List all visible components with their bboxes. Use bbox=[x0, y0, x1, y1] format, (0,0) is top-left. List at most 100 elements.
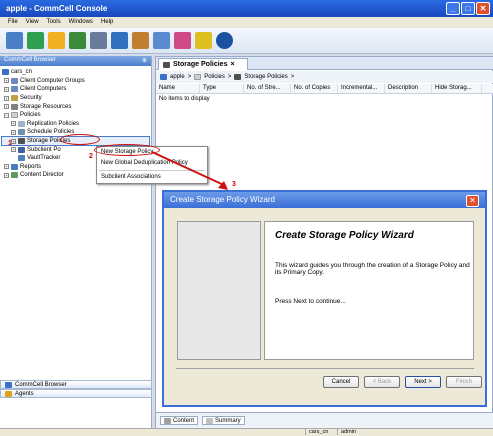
maximize-icon[interactable]: □ bbox=[461, 2, 475, 15]
tree-item[interactable]: + Storage Resources bbox=[2, 102, 149, 111]
breadcrumb-item[interactable]: apple bbox=[170, 74, 185, 80]
tree-item[interactable]: + Security bbox=[2, 94, 149, 103]
toolbar-icon-3[interactable] bbox=[48, 32, 65, 49]
highlight-ellipse-storage-policies bbox=[60, 134, 100, 145]
plus-icon[interactable]: + bbox=[4, 78, 9, 84]
breadcrumb-item[interactable]: Policies bbox=[204, 74, 225, 80]
vault-icon bbox=[18, 155, 25, 162]
replication-icon bbox=[18, 120, 25, 127]
plus-icon[interactable]: + bbox=[4, 164, 9, 170]
column-header[interactable]: Incremental... bbox=[338, 84, 385, 93]
toolbar-icon-2[interactable] bbox=[27, 32, 44, 49]
tree-item[interactable]: + Client Computers bbox=[2, 85, 149, 94]
tab-label: Storage Policies bbox=[173, 61, 228, 68]
tree-item-label: Policies bbox=[20, 112, 41, 119]
reports-icon bbox=[11, 163, 18, 170]
close-icon[interactable]: ✕ bbox=[476, 2, 490, 15]
panel-title: CommCell Browser bbox=[4, 57, 56, 63]
plus-icon[interactable]: + bbox=[11, 147, 16, 153]
storage-policy-icon bbox=[163, 61, 170, 68]
menu-file[interactable]: File bbox=[8, 19, 18, 26]
lower-item-label: CommCell Browser bbox=[15, 381, 67, 388]
cancel-button[interactable]: Cancel bbox=[323, 376, 359, 388]
toolbar-icon-9[interactable] bbox=[174, 32, 191, 49]
column-header[interactable]: Hide Storag... bbox=[432, 84, 482, 93]
commcell-browser-tab[interactable]: CommCell Browser bbox=[0, 380, 152, 389]
tree-item[interactable]: + Replication Policies bbox=[2, 120, 149, 129]
tree-item-label: Replication Policies bbox=[27, 120, 80, 127]
plus-icon[interactable]: + bbox=[11, 129, 16, 135]
tree-item[interactable]: cars_cn bbox=[2, 68, 149, 77]
content-icon bbox=[164, 417, 171, 424]
chevron-right-icon: > bbox=[227, 74, 232, 80]
menu-windows[interactable]: Windows bbox=[69, 19, 93, 26]
tree-item-label: cars_cn bbox=[11, 69, 33, 76]
column-header[interactable]: Name bbox=[156, 84, 200, 93]
create-storage-policy-wizard: Create Storage Policy Wizard ✕ Create St… bbox=[162, 190, 487, 407]
toolbar-icon-1[interactable] bbox=[6, 32, 23, 49]
column-header[interactable]: Description bbox=[385, 84, 432, 93]
breadcrumb-item[interactable]: Storage Policies bbox=[244, 74, 287, 80]
tree-item-label: Content Director bbox=[20, 172, 64, 179]
tab-label: Summary bbox=[215, 417, 241, 424]
schedule-icon bbox=[18, 129, 25, 136]
minus-icon[interactable]: − bbox=[4, 112, 9, 118]
toolbar-icon-7[interactable] bbox=[132, 32, 149, 49]
dialog-title: Create Storage Policy Wizard bbox=[170, 195, 275, 204]
help-icon[interactable] bbox=[216, 32, 233, 49]
menu-help[interactable]: Help bbox=[101, 19, 113, 26]
column-header[interactable]: No. of Stre... bbox=[244, 84, 291, 93]
subclient-icon bbox=[18, 146, 25, 153]
empty-message: No items to display bbox=[159, 96, 210, 102]
tree-item-label: Reports bbox=[20, 163, 42, 170]
summary-icon bbox=[206, 417, 214, 424]
callout-1: 1 bbox=[8, 140, 12, 147]
storage-policy-icon bbox=[18, 138, 25, 145]
plus-icon[interactable]: + bbox=[4, 104, 9, 110]
toolbar-icon-5[interactable] bbox=[90, 32, 107, 49]
security-icon bbox=[11, 95, 18, 102]
tree-item-label: Client Computer Groups bbox=[20, 77, 85, 84]
minimize-icon[interactable]: _ bbox=[446, 2, 460, 15]
tab-content[interactable]: Content bbox=[160, 416, 199, 425]
plus-icon[interactable]: + bbox=[4, 172, 9, 178]
toolbar-icon-6[interactable] bbox=[111, 32, 128, 49]
tab-label: Content bbox=[173, 417, 195, 424]
commcell-icon bbox=[5, 381, 12, 388]
finish-button[interactable]: Finish bbox=[446, 376, 482, 388]
column-header[interactable]: No. of Copies bbox=[291, 84, 338, 93]
next-button[interactable]: Next > bbox=[405, 376, 441, 388]
chevron-right-icon: > bbox=[290, 74, 295, 80]
group-icon bbox=[11, 77, 18, 84]
window-title: apple - CommCell Console bbox=[6, 4, 108, 13]
toolbar-icon-4[interactable] bbox=[69, 32, 86, 49]
column-header[interactable]: Type bbox=[200, 84, 244, 93]
plus-icon[interactable]: + bbox=[4, 95, 9, 101]
wizard-heading: Create Storage Policy Wizard bbox=[275, 230, 414, 241]
status-context: cars_cn bbox=[305, 429, 331, 435]
menu-view[interactable]: View bbox=[26, 19, 39, 26]
plus-icon[interactable]: + bbox=[4, 86, 9, 92]
breadcrumb: apple > Policies > Storage Policies > bbox=[156, 71, 493, 83]
back-button[interactable]: < Back bbox=[364, 376, 400, 388]
agents-tab[interactable]: Agents bbox=[0, 389, 152, 398]
plus-icon[interactable]: + bbox=[11, 121, 16, 127]
menu-tools[interactable]: Tools bbox=[47, 19, 61, 26]
toolbar-icon-8[interactable] bbox=[153, 32, 170, 49]
tree-item[interactable]: − Policies bbox=[2, 111, 149, 120]
storage-icon bbox=[11, 103, 18, 110]
tab-storage-policies[interactable]: Storage Policies × bbox=[158, 58, 248, 70]
lower-item-label: Agents bbox=[15, 390, 34, 397]
tab-close-icon[interactable]: × bbox=[230, 61, 234, 68]
close-icon[interactable]: ✕ bbox=[466, 195, 479, 207]
commcell-browser-panel: CommCell Browser ⊕ cars_cn + Client Compu… bbox=[0, 56, 152, 428]
toolbar-icon-10[interactable] bbox=[195, 32, 212, 49]
pin-icon[interactable]: ⊕ bbox=[142, 57, 147, 65]
status-user: admin bbox=[337, 429, 359, 435]
storage-policy-icon bbox=[234, 74, 242, 80]
folder-icon bbox=[194, 74, 202, 80]
wizard-text-continue: Press Next to continue... bbox=[275, 298, 346, 305]
tree-item[interactable]: + Client Computer Groups bbox=[2, 77, 149, 86]
commcell-icon bbox=[160, 74, 167, 80]
tab-summary[interactable]: Summary bbox=[202, 416, 245, 425]
